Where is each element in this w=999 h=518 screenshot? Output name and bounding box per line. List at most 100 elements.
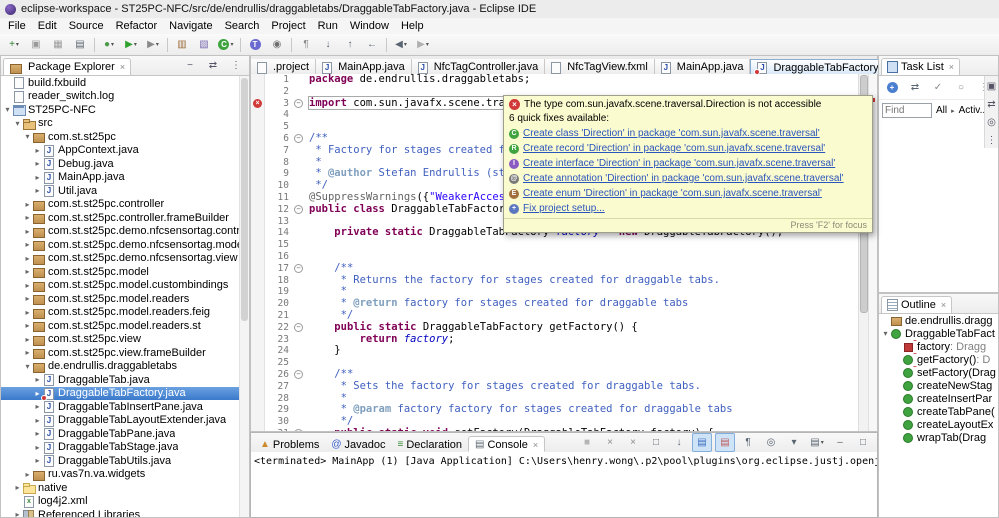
- outline-item[interactable]: createInsertPar: [879, 392, 998, 405]
- scroll-lock-icon[interactable]: ↓: [669, 433, 689, 452]
- tree-item[interactable]: ▸Referenced Libraries: [1, 508, 240, 517]
- tree-item[interactable]: ▾src: [1, 117, 240, 131]
- close-icon[interactable]: ×: [533, 440, 538, 450]
- pin-console-icon[interactable]: ◎: [761, 433, 781, 452]
- new-java-class-icon[interactable]: C▾: [216, 35, 236, 54]
- editor-tab[interactable]: NfcTagView.fxml: [545, 59, 655, 74]
- tree-item[interactable]: log4j2.xml: [1, 495, 240, 509]
- mark-occurrences-icon[interactable]: ¶: [296, 35, 316, 54]
- outline-item[interactable]: ▾DraggableTabFact: [879, 327, 998, 340]
- tree-item[interactable]: ▸DraggableTabInsertPane.java: [1, 400, 240, 414]
- quickfix-item[interactable]: CCreate class 'Direction' in package 'co…: [504, 126, 872, 141]
- fold-icon[interactable]: −: [294, 323, 303, 332]
- menu-file[interactable]: File: [2, 19, 32, 33]
- back-icon[interactable]: ◀▾: [391, 35, 411, 54]
- tree-item[interactable]: ▸com.st.st25pc.model.readers.st: [1, 319, 240, 333]
- code-line[interactable]: 23 return factory;: [251, 334, 859, 346]
- schedule-icon[interactable]: ○: [951, 78, 971, 97]
- code-line[interactable]: 15: [251, 239, 859, 251]
- debug-icon[interactable]: ●▾: [99, 35, 119, 54]
- menu-window[interactable]: Window: [344, 19, 395, 33]
- tree-item[interactable]: ▸DraggableTab.java: [1, 373, 240, 387]
- tree-item[interactable]: ▸DraggableTabPane.java: [1, 427, 240, 441]
- tree-item[interactable]: ▸com.st.st25pc.model.readers.feig: [1, 306, 240, 320]
- tree-item[interactable]: ▸com.st.st25pc.model: [1, 265, 240, 279]
- display-selected-console-icon[interactable]: ▾: [784, 433, 804, 452]
- show-stdout-icon[interactable]: ▤: [692, 433, 712, 452]
- tree-item[interactable]: ▸com.st.st25pc.demo.nfcsensortag.view: [1, 252, 240, 266]
- new-java-project-icon[interactable]: ▧: [194, 35, 214, 54]
- scope-all-label[interactable]: All: [936, 105, 947, 116]
- link-with-editor-icon[interactable]: ⇄: [203, 56, 223, 75]
- fold-icon[interactable]: −: [294, 134, 303, 143]
- word-wrap-icon[interactable]: ¶: [738, 433, 758, 452]
- fold-icon[interactable]: −: [294, 99, 303, 108]
- fold-icon[interactable]: −: [294, 429, 303, 431]
- tree-item[interactable]: ▸ru.vas7n.va.widgets: [1, 468, 240, 482]
- save-all-icon[interactable]: ▦: [48, 35, 68, 54]
- task-find-input[interactable]: [882, 103, 932, 118]
- sync-view-icon[interactable]: ⇄: [982, 97, 999, 112]
- tree-item[interactable]: ▸com.st.st25pc.view: [1, 333, 240, 347]
- panel-tab-console[interactable]: ▤Console×: [468, 436, 545, 452]
- task-list-tab[interactable]: Task List ×: [881, 58, 960, 75]
- tree-item[interactable]: ▸AppContext.java: [1, 144, 240, 158]
- last-edit-location-icon[interactable]: ←: [362, 35, 382, 54]
- close-icon[interactable]: ×: [120, 62, 125, 72]
- menu-refactor[interactable]: Refactor: [110, 19, 164, 33]
- tree-item[interactable]: ▸com.st.st25pc.model.custombindings: [1, 279, 240, 293]
- collapse-all-icon[interactable]: −: [180, 56, 200, 75]
- minimize-icon[interactable]: –: [830, 433, 850, 452]
- run-icon[interactable]: ▶▾: [121, 35, 141, 54]
- terminate-icon[interactable]: ■: [577, 433, 597, 452]
- panel-tab-javadoc[interactable]: @Javadoc: [325, 436, 391, 452]
- tree-item[interactable]: reader_switch.log: [1, 90, 240, 104]
- outline-item[interactable]: wrapTab(Drag: [879, 431, 998, 444]
- outline-item[interactable]: SgetFactory() : D: [879, 353, 998, 366]
- tree-item[interactable]: ▸DraggableTabStage.java: [1, 441, 240, 455]
- menu-run[interactable]: Run: [312, 19, 344, 33]
- tree-item[interactable]: ▸com.st.st25pc.demo.nfcsensortag.control…: [1, 225, 240, 239]
- editor-tab[interactable]: .project: [251, 59, 316, 74]
- code-line[interactable]: 1package de.endrullis.draggabletabs;: [251, 74, 859, 86]
- editor-tab[interactable]: NfcTagController.java: [412, 59, 546, 74]
- fold-icon[interactable]: −: [294, 264, 303, 273]
- outline-item[interactable]: createLayoutEx: [879, 418, 998, 431]
- fold-icon[interactable]: −: [294, 370, 303, 379]
- tree-item[interactable]: ▸com.st.st25pc.model.readers: [1, 292, 240, 306]
- tree-item[interactable]: ▸DraggableTabLayoutExtender.java: [1, 414, 240, 428]
- quickfix-item[interactable]: +Fix project setup...: [504, 201, 872, 216]
- fold-icon[interactable]: −: [294, 205, 303, 214]
- panel-tab-problems[interactable]: ▲Problems: [254, 436, 325, 452]
- menu-navigate[interactable]: Navigate: [163, 19, 218, 33]
- menu-help[interactable]: Help: [395, 19, 430, 33]
- tree-item[interactable]: ▸native: [1, 481, 240, 495]
- close-icon[interactable]: ×: [949, 62, 954, 72]
- tree-item[interactable]: ▸DraggableTabUtils.java: [1, 454, 240, 468]
- print-icon[interactable]: ▤: [70, 35, 90, 54]
- scrollbar-thumb[interactable]: [241, 78, 248, 321]
- quickfix-item[interactable]: RCreate record 'Direction' in package 'c…: [504, 141, 872, 156]
- show-stderr-icon[interactable]: ▤: [715, 433, 735, 452]
- package-explorer-scrollbar[interactable]: [239, 76, 249, 517]
- open-console-icon[interactable]: ▤▾: [807, 433, 827, 452]
- menu-source[interactable]: Source: [63, 19, 110, 33]
- save-icon[interactable]: ▣: [26, 35, 46, 54]
- panel-tab-declaration[interactable]: ≡Declaration: [392, 436, 468, 452]
- next-annotation-icon[interactable]: ↓: [318, 35, 338, 54]
- menu-project[interactable]: Project: [265, 19, 311, 33]
- tree-item[interactable]: ▸Util.java: [1, 184, 240, 198]
- editor-tab[interactable]: MainApp.java: [655, 59, 751, 74]
- pin-icon[interactable]: ◎: [982, 115, 999, 130]
- menu-search[interactable]: Search: [219, 19, 266, 33]
- tree-item[interactable]: ▸Debug.java: [1, 157, 240, 171]
- clear-console-icon[interactable]: □: [646, 433, 666, 452]
- coverage-icon[interactable]: ▥: [172, 35, 192, 54]
- tree-item[interactable]: ▸com.st.st25pc.demo.nfcsensortag.model: [1, 238, 240, 252]
- outline-tab[interactable]: Outline ×: [881, 296, 952, 313]
- menu-edit[interactable]: Edit: [32, 19, 63, 33]
- restore-icon[interactable]: ▣: [982, 79, 999, 94]
- quickfix-item[interactable]: ECreate enum 'Direction' in package 'com…: [504, 186, 872, 201]
- more-icon[interactable]: ⋮: [982, 133, 999, 148]
- outline-item[interactable]: SsetFactory(Drag: [879, 366, 998, 379]
